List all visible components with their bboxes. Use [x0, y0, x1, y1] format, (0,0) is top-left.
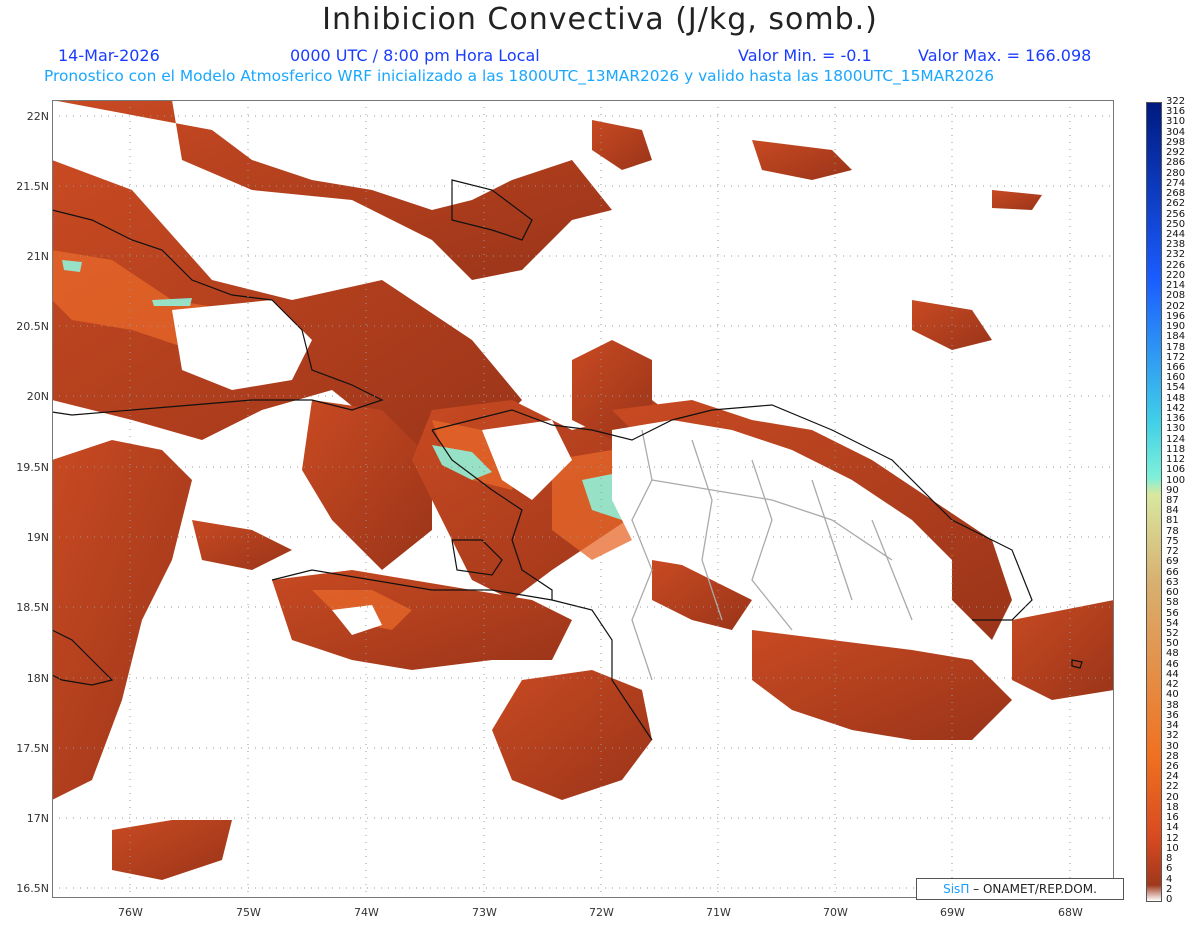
- min-value: Valor Min. = -0.1: [738, 46, 872, 65]
- colorbar-tick: 310: [1166, 116, 1186, 128]
- colorbar: [1146, 102, 1162, 902]
- colorbar-tick: 232: [1166, 249, 1186, 261]
- brand-logo: SisΠ: [943, 882, 970, 896]
- lat-label: 17N: [26, 812, 49, 825]
- cin-map: [52, 100, 1114, 898]
- forecast-date: 14-Mar-2026: [58, 46, 160, 65]
- credit-box: SisΠ – ONAMET/REP.DOM.: [916, 878, 1124, 900]
- colorbar-tick: 32: [1166, 730, 1179, 742]
- lat-label: 19.5N: [16, 461, 49, 474]
- lat-label: 20N: [26, 390, 49, 403]
- lat-label: 16.5N: [16, 882, 49, 895]
- lon-label: 75W: [236, 906, 261, 919]
- lon-label: 71W: [706, 906, 731, 919]
- lat-label: 20.5N: [16, 320, 49, 333]
- colorbar-tick: 154: [1166, 382, 1186, 394]
- lon-label: 70W: [823, 906, 848, 919]
- lon-label: 68W: [1058, 906, 1083, 919]
- colorbar-tick: 106: [1166, 464, 1186, 476]
- lat-label: 22N: [26, 110, 49, 123]
- colorbar-tick: 58: [1166, 597, 1179, 609]
- max-value: Valor Max. = 166.098: [918, 46, 1092, 65]
- colorbar-tick: 208: [1166, 290, 1186, 302]
- map-title: Inhibicion Convectiva (J/kg, somb.): [322, 2, 878, 37]
- lat-label: 21N: [26, 250, 49, 263]
- colorbar-tick: 184: [1166, 331, 1186, 343]
- colorbar-tick: 0: [1166, 894, 1173, 905]
- lat-label: 19N: [26, 531, 49, 544]
- colorbar-tick: 81: [1166, 515, 1179, 527]
- lon-label: 73W: [472, 906, 497, 919]
- lon-label: 69W: [940, 906, 965, 919]
- lat-label: 17.5N: [16, 742, 49, 755]
- colorbar-tick: 262: [1166, 198, 1186, 210]
- colorbar-tick: 40: [1166, 689, 1179, 701]
- forecast-description: Pronostico con el Modelo Atmosferico WRF…: [44, 67, 995, 85]
- lon-label: 72W: [589, 906, 614, 919]
- colorbar-tick: 69: [1166, 556, 1179, 568]
- colorbar-tick: 22: [1166, 781, 1179, 793]
- colorbar-tick: 286: [1166, 157, 1186, 169]
- lat-label: 18.5N: [16, 601, 49, 614]
- lon-label: 76W: [118, 906, 143, 919]
- lat-label: 18N: [26, 672, 49, 685]
- lat-label: 21.5N: [16, 180, 49, 193]
- lon-label: 74W: [354, 906, 379, 919]
- credit-org: – ONAMET/REP.DOM.: [973, 882, 1097, 896]
- colorbar-tick: 130: [1166, 423, 1186, 435]
- colorbar-tick: 48: [1166, 648, 1179, 660]
- colorbar-tick: 14: [1166, 822, 1179, 834]
- forecast-time: 0000 UTC / 8:00 pm Hora Local: [290, 46, 540, 65]
- colorbar-tick: 6: [1166, 863, 1173, 875]
